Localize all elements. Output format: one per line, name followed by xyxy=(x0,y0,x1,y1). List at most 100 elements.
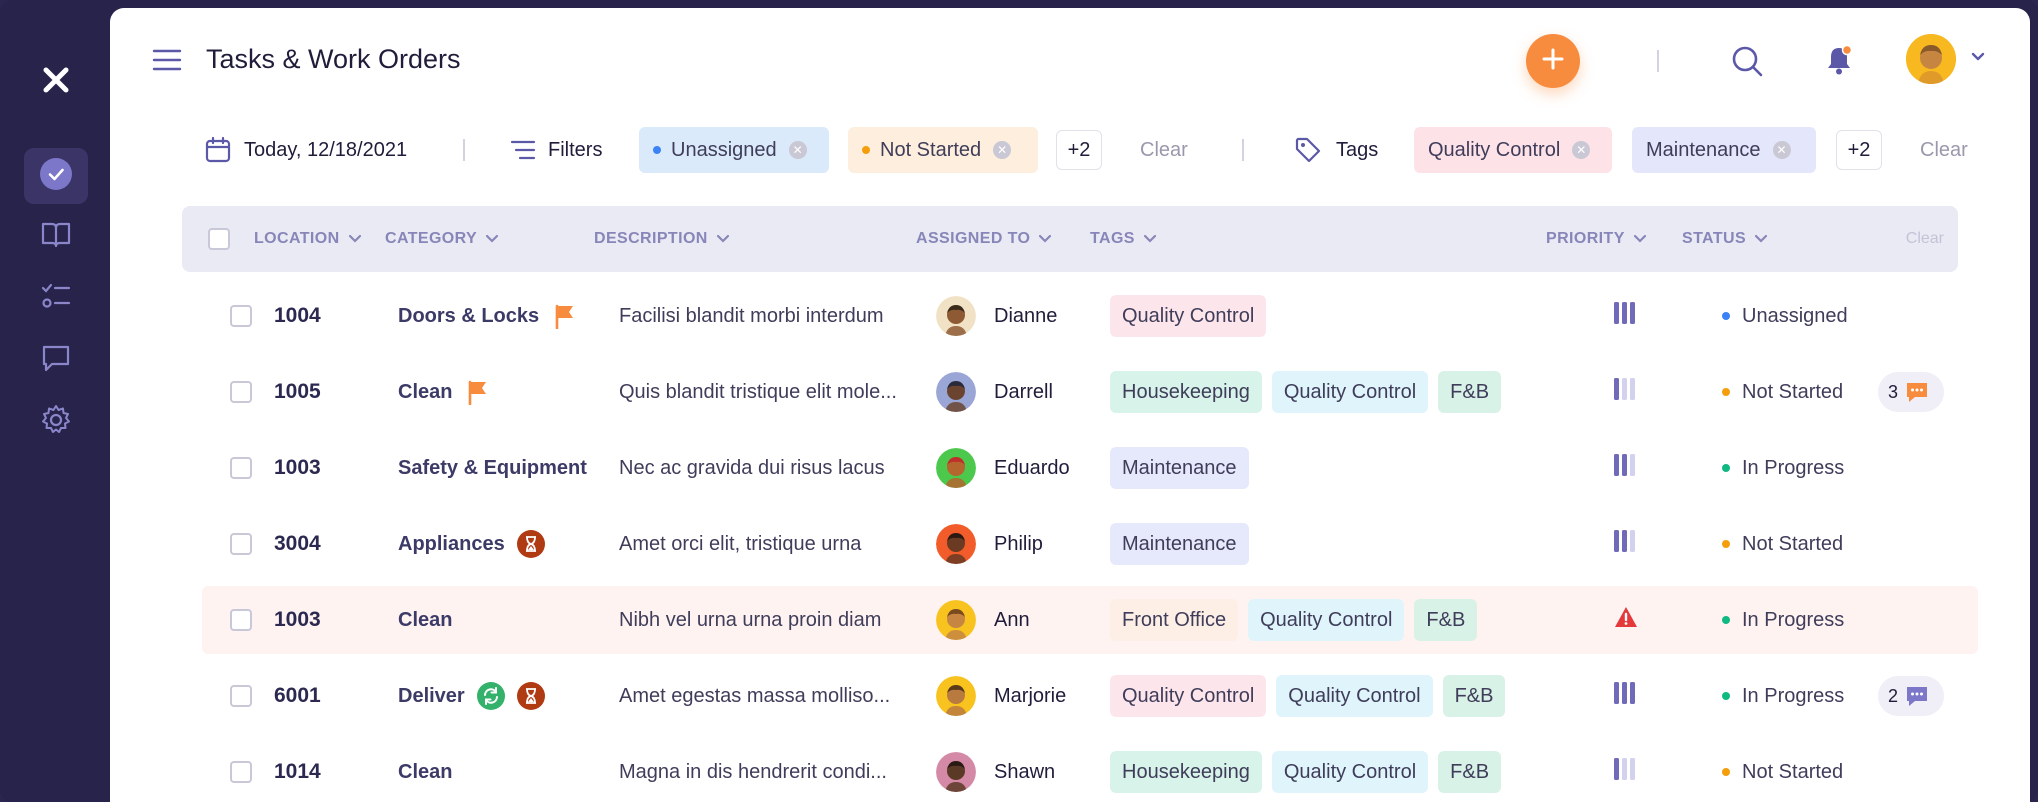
priority-cell xyxy=(1614,586,1638,654)
status-cell: In Progress xyxy=(1722,434,1844,502)
row-checkbox[interactable] xyxy=(230,381,252,403)
column-header-label: TAGS xyxy=(1090,230,1135,247)
row-checkbox-cell xyxy=(230,358,252,426)
category-cell: Clean xyxy=(398,586,452,654)
category-label: Doors & Locks xyxy=(398,304,540,327)
table-row[interactable]: 1005 Clean Quis blandit tristique elit mol… xyxy=(202,358,1978,426)
comment-count: 2 xyxy=(1888,685,1899,706)
filter-chip-unassigned[interactable]: Unassigned ✕ xyxy=(639,127,829,173)
tags-more-button[interactable]: +2 xyxy=(1836,130,1882,170)
status-cell: Unassigned xyxy=(1722,282,1848,350)
table-row[interactable]: 6001 Deliver Amet egestas massa molliso...… xyxy=(202,662,1978,730)
flag-icon xyxy=(464,378,492,406)
status-dot xyxy=(1722,540,1730,548)
filters-more-button[interactable]: +2 xyxy=(1056,130,1102,170)
table-row[interactable]: 1003 Clean Nibh vel urna urna proin diam An… xyxy=(202,586,1978,654)
status-dot xyxy=(1722,388,1730,396)
status-cell: Not Started xyxy=(1722,358,1843,426)
priority-bars-icon xyxy=(1614,302,1636,330)
hamburger-menu-icon[interactable] xyxy=(152,48,182,77)
filter-bar: Today, 12/18/2021 Filters Unassigned ✕ N… xyxy=(110,126,2030,174)
filter-chip-label: Unassigned xyxy=(671,138,777,161)
sidebar-item-docs[interactable] xyxy=(24,208,88,264)
column-header-priority[interactable]: PRIORITY xyxy=(1546,206,1647,272)
priority-bars-icon xyxy=(1614,530,1636,558)
date-picker[interactable]: Today, 12/18/2021 xyxy=(204,126,407,174)
row-checkbox-cell xyxy=(230,282,252,350)
table-row[interactable]: 3004 Appliances Amet orci elit, tristique … xyxy=(202,510,1978,578)
assignee-cell: Philip xyxy=(936,510,1043,578)
sidebar-item-settings[interactable] xyxy=(24,394,88,450)
column-header-status[interactable]: STATUS xyxy=(1682,206,1768,272)
assignee-name: Eduardo xyxy=(994,456,1070,479)
tags-button[interactable]: Tags xyxy=(1294,126,1378,174)
filter-lines-icon xyxy=(510,138,536,162)
avatar xyxy=(936,296,976,336)
assignee-name: Dianne xyxy=(994,304,1058,327)
filters-label: Filters xyxy=(548,138,603,161)
date-label: Today, 12/18/2021 xyxy=(244,138,408,161)
filters-clear-link[interactable]: Clear xyxy=(1140,126,1188,174)
close-icon[interactable] xyxy=(36,60,76,100)
chevron-down-icon xyxy=(485,234,499,243)
divider xyxy=(1242,139,1244,161)
chevron-down-icon[interactable] xyxy=(1970,50,1986,68)
close-icon[interactable]: ✕ xyxy=(788,141,807,159)
priority-bars-icon xyxy=(1614,758,1636,786)
chevron-down-icon xyxy=(1143,234,1156,243)
filter-chip-not-started[interactable]: Not Started ✕ xyxy=(848,127,1038,173)
column-header-assigned-to[interactable]: ASSIGNED TO xyxy=(916,206,1052,272)
category-label: Clean xyxy=(398,380,453,403)
chevron-down-icon xyxy=(1633,234,1646,243)
table-clear-link[interactable]: Clear xyxy=(1906,206,1944,272)
description-cell: Quis blandit tristique elit mole... xyxy=(619,380,897,403)
user-avatar[interactable] xyxy=(1906,34,1956,84)
column-header-location[interactable]: LOCATION xyxy=(254,206,362,272)
tag-badge: F&B xyxy=(1414,599,1478,641)
search-icon[interactable] xyxy=(1730,44,1764,83)
tag-chip-maintenance[interactable]: Maintenance ✕ xyxy=(1632,127,1816,173)
table-row[interactable]: 1004 Doors & Locks Facilisi blandit morbi … xyxy=(202,282,1978,350)
category-cell: Clean xyxy=(398,358,492,426)
row-checkbox[interactable] xyxy=(230,685,252,707)
column-header-tags[interactable]: TAGS xyxy=(1090,206,1157,272)
tags-cell: Front Office Quality Control F&B xyxy=(1110,586,1487,654)
location-cell: 3004 xyxy=(274,532,321,555)
row-checkbox[interactable] xyxy=(230,533,252,555)
add-task-button[interactable] xyxy=(1526,34,1580,88)
assignee-name: Philip xyxy=(994,532,1043,555)
column-header-label: ASSIGNED TO xyxy=(916,230,1031,247)
tag-badge: Maintenance xyxy=(1110,447,1249,489)
sidebar-item-messages[interactable] xyxy=(24,332,88,388)
calendar-icon xyxy=(204,136,232,164)
chat-bubble-icon xyxy=(1904,684,1930,708)
comments-badge[interactable]: 2 xyxy=(1878,676,1944,716)
avatar xyxy=(936,676,976,716)
column-header-description[interactable]: DESCRIPTION xyxy=(594,206,730,272)
avatar xyxy=(936,600,976,640)
category-cell: Appliances xyxy=(398,510,545,578)
row-checkbox[interactable] xyxy=(230,761,252,783)
table-row[interactable]: 1014 Clean Magna in dis hendrerit condi...… xyxy=(202,738,1978,802)
description-cell: Nec ac gravida dui risus lacus xyxy=(619,456,885,479)
close-icon[interactable]: ✕ xyxy=(1572,141,1591,159)
select-all-checkbox[interactable] xyxy=(208,206,230,272)
close-icon[interactable]: ✕ xyxy=(993,141,1012,159)
filters-button[interactable]: Filters xyxy=(510,126,602,174)
close-icon[interactable]: ✕ xyxy=(1772,141,1791,159)
sidebar-item-checklists[interactable] xyxy=(24,270,88,326)
table-row[interactable]: 1003 Safety & Equipment Nec ac gravida dui… xyxy=(202,434,1978,502)
column-header-category[interactable]: CATEGORY xyxy=(385,206,499,272)
comments-badge[interactable]: 3 xyxy=(1878,372,1944,412)
tag-icon xyxy=(1294,136,1322,164)
row-checkbox[interactable] xyxy=(230,609,252,631)
tag-chip-quality-control[interactable]: Quality Control ✕ xyxy=(1414,127,1612,173)
column-header-label: LOCATION xyxy=(254,230,340,247)
repeat-icon xyxy=(476,682,505,710)
row-checkbox[interactable] xyxy=(230,305,252,327)
row-checkbox[interactable] xyxy=(230,457,252,479)
tags-clear-link[interactable]: Clear xyxy=(1920,126,1968,174)
sidebar-item-tasks[interactable] xyxy=(24,148,88,204)
notification-bell-icon[interactable] xyxy=(1824,44,1854,81)
checkbox[interactable] xyxy=(208,228,230,250)
